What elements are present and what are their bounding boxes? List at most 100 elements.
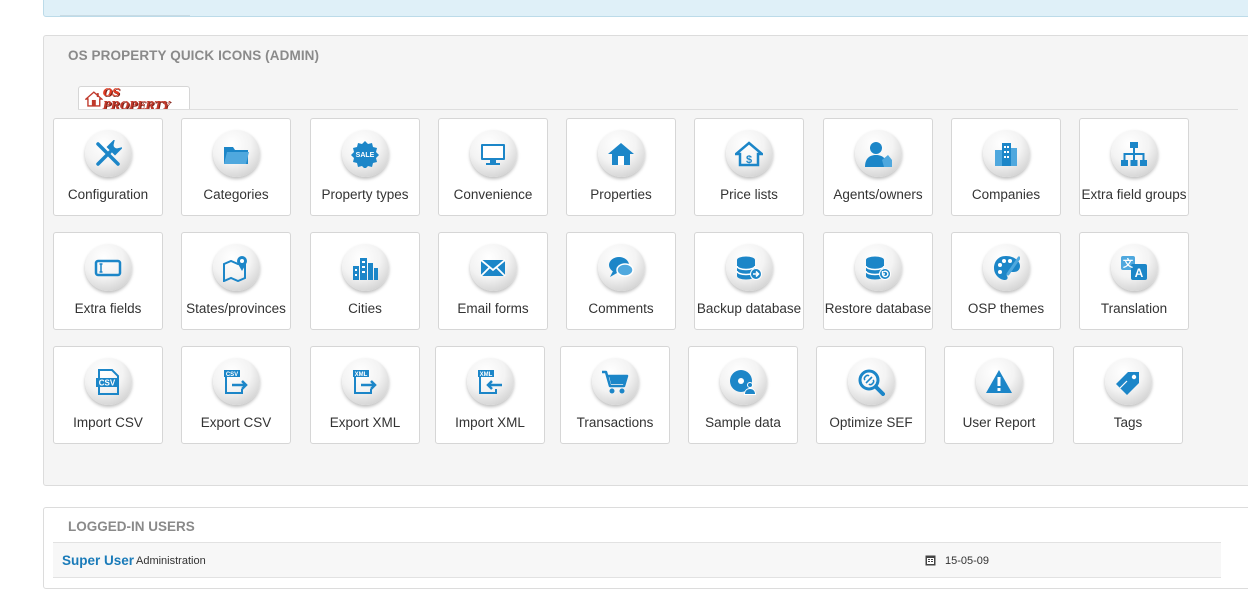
logged-in-users-title: LOGGED-IN USERS bbox=[68, 519, 195, 534]
quick-icon-label: Export XML bbox=[329, 415, 401, 430]
quick-icon-email-forms-button[interactable]: Email forms bbox=[438, 232, 548, 330]
svg-text:XML: XML bbox=[355, 371, 368, 377]
quick-icon-label: Restore database bbox=[824, 301, 932, 316]
tab-divider bbox=[78, 109, 1238, 110]
quick-icon-import-xml-button[interactable]: XML Import XML bbox=[435, 346, 545, 444]
quick-icon-restore-database-button[interactable]: Restore database bbox=[823, 232, 933, 330]
icon-ball bbox=[591, 358, 639, 405]
translate-icon: 文A bbox=[1121, 255, 1147, 280]
svg-text:A: A bbox=[1135, 266, 1144, 280]
icon-ball bbox=[847, 358, 895, 405]
quick-icon-label: Sample data bbox=[705, 415, 781, 430]
quick-icon-sample-data-button[interactable]: Sample data bbox=[688, 346, 798, 444]
message-bar bbox=[43, 0, 1248, 17]
table-row: Super User Administration 15-05-09 bbox=[53, 542, 1221, 578]
quick-icon-cities-button[interactable]: Cities bbox=[310, 232, 420, 330]
icon-ball bbox=[719, 358, 767, 405]
icon-ball bbox=[597, 130, 645, 177]
os-property-logo: OS PROPERTY bbox=[102, 85, 170, 112]
quick-icon-import-csv-button[interactable]: CSV Import CSV bbox=[53, 346, 163, 444]
quick-icon-categories-button[interactable]: Categories bbox=[181, 118, 291, 216]
map-pin-icon bbox=[223, 255, 247, 282]
folder-icon bbox=[224, 146, 249, 164]
quick-icon-backup-database-button[interactable]: Backup database bbox=[694, 232, 804, 330]
quick-icon-label: Convenience bbox=[453, 187, 533, 202]
house-logo-icon bbox=[85, 90, 103, 107]
quick-icon-label: Extra fields bbox=[74, 301, 142, 316]
quick-icon-optimize-sef-button[interactable]: Optimize SEF bbox=[816, 346, 926, 444]
textfield-icon bbox=[94, 259, 122, 276]
quick-icon-osp-themes-button[interactable]: OSP themes bbox=[951, 232, 1061, 330]
calendar-icon bbox=[925, 555, 936, 566]
cart-icon bbox=[602, 370, 629, 393]
quick-icon-label: Configuration bbox=[67, 187, 149, 202]
quick-icon-configuration-button[interactable]: Configuration bbox=[53, 118, 163, 216]
icon-ball: CSV bbox=[212, 358, 260, 405]
quick-icon-label: Import CSV bbox=[73, 415, 143, 430]
quick-icon-user-report-button[interactable]: User Report bbox=[944, 346, 1054, 444]
database-restore-icon bbox=[865, 256, 891, 280]
quick-icon-states-provinces-button[interactable]: States/provinces bbox=[181, 232, 291, 330]
quick-icon-label: Extra field groups bbox=[1081, 187, 1187, 202]
warning-icon bbox=[986, 369, 1012, 393]
agent-icon bbox=[865, 141, 892, 167]
icon-ball bbox=[341, 244, 389, 291]
quick-icon-label: Categories bbox=[203, 187, 269, 202]
icon-ball bbox=[854, 130, 902, 177]
xml-import-icon: XML bbox=[478, 369, 502, 394]
envelope-icon bbox=[480, 258, 506, 277]
monitor-icon bbox=[481, 143, 505, 165]
icon-ball bbox=[469, 130, 517, 177]
xml-export-icon: XML bbox=[353, 369, 377, 394]
house-dollar-icon: $ bbox=[735, 140, 763, 166]
quick-icon-export-xml-button[interactable]: XML Export XML bbox=[310, 346, 420, 444]
quick-icon-agents-owners-button[interactable]: Agents/owners bbox=[823, 118, 933, 216]
magnifier-link-icon bbox=[858, 369, 885, 396]
icon-ball: SALE bbox=[341, 130, 389, 177]
icon-ball bbox=[212, 130, 260, 177]
icon-ball bbox=[982, 130, 1030, 177]
svg-text:CSV: CSV bbox=[226, 371, 238, 377]
svg-text:XML: XML bbox=[480, 371, 493, 377]
svg-text:$: $ bbox=[746, 154, 752, 166]
sitemap-icon bbox=[1121, 141, 1147, 166]
icon-ball bbox=[84, 244, 132, 291]
quick-icon-label: States/provinces bbox=[186, 301, 286, 316]
quick-icon-label: Email forms bbox=[457, 301, 529, 316]
quick-icons-title: OS PROPERTY QUICK ICONS (ADMIN) bbox=[68, 48, 320, 63]
quick-icon-price-lists-button[interactable]: $ Price lists bbox=[694, 118, 804, 216]
quick-icon-label: Agents/owners bbox=[833, 187, 923, 202]
quick-icon-translation-button[interactable]: 文 A Translation bbox=[1079, 232, 1189, 330]
quick-icon-label: Transactions bbox=[576, 415, 654, 430]
palette-icon bbox=[994, 255, 1020, 280]
logged-in-users-panel: LOGGED-IN USERS Super User Administratio… bbox=[43, 507, 1248, 589]
svg-text:SALE: SALE bbox=[356, 152, 375, 159]
icon-ball: CSV bbox=[84, 358, 132, 405]
quick-icon-label: Properties bbox=[590, 187, 652, 202]
chat-bubbles-icon bbox=[609, 256, 634, 277]
quick-icon-export-csv-button[interactable]: CSV Export CSV bbox=[181, 346, 291, 444]
quick-icon-convenience-button[interactable]: Convenience bbox=[438, 118, 548, 216]
house-icon bbox=[608, 142, 634, 165]
quick-icon-companies-button[interactable]: Companies bbox=[951, 118, 1061, 216]
quick-icon-property-types-button[interactable]: SALE Property types bbox=[310, 118, 420, 216]
os-property-logo-tab[interactable]: OS PROPERTY bbox=[78, 85, 190, 112]
quick-icon-extra-fields-button[interactable]: Extra fields bbox=[53, 232, 163, 330]
quick-icon-label: OSP themes bbox=[967, 301, 1045, 316]
quick-icon-properties-button[interactable]: Properties bbox=[566, 118, 676, 216]
quick-icon-tags-button[interactable]: Tags bbox=[1073, 346, 1183, 444]
icon-ball bbox=[597, 244, 645, 291]
icon-ball bbox=[1104, 358, 1152, 405]
icon-ball bbox=[982, 244, 1030, 291]
quick-icon-comments-button[interactable]: Comments bbox=[566, 232, 676, 330]
sale-badge-icon: SALE bbox=[351, 140, 379, 168]
svg-text:CSV: CSV bbox=[99, 378, 116, 387]
disc-user-icon bbox=[730, 369, 756, 395]
quick-icon-extra-field-groups-button[interactable]: Extra field groups bbox=[1079, 118, 1189, 216]
icon-ball: $ bbox=[725, 130, 773, 177]
quick-icon-label: Comments bbox=[588, 301, 654, 316]
database-export-icon bbox=[736, 256, 762, 280]
user-name-link[interactable]: Super User bbox=[62, 553, 134, 568]
icon-ball: 文A bbox=[1110, 244, 1158, 291]
quick-icon-transactions-button[interactable]: Transactions bbox=[560, 346, 670, 444]
